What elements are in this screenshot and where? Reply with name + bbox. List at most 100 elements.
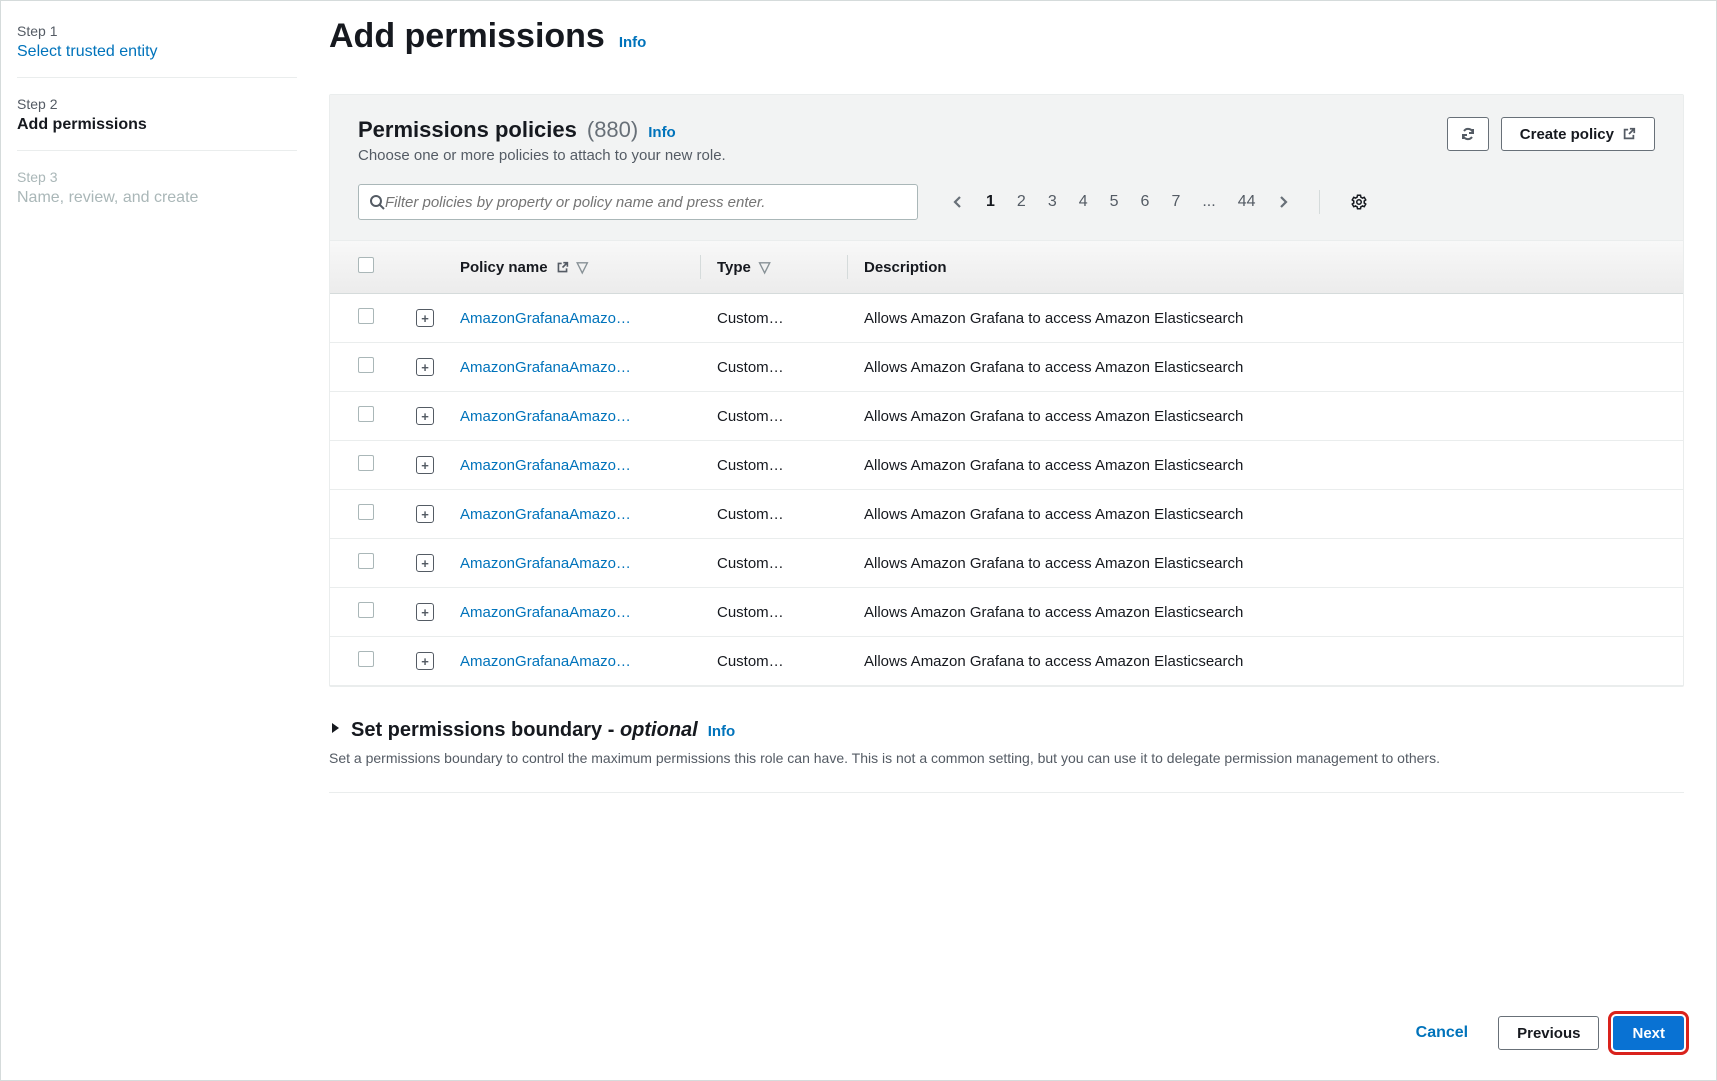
policy-description: Allows Amazon Grafana to access Amazon E… xyxy=(864,604,1655,621)
cancel-button[interactable]: Cancel xyxy=(1400,1016,1484,1050)
sort-icon: ▽ xyxy=(577,258,589,276)
gear-icon xyxy=(1350,193,1368,211)
expand-row-button[interactable]: + xyxy=(416,505,434,523)
policy-name-link[interactable]: AmazonGrafanaAmazo… xyxy=(460,359,631,376)
create-policy-label: Create policy xyxy=(1520,126,1614,143)
policy-name-link[interactable]: AmazonGrafanaAmazo… xyxy=(460,310,631,327)
table-row: +AmazonGrafanaAmazo…Custom…Allows Amazon… xyxy=(330,490,1683,539)
row-checkbox[interactable] xyxy=(358,602,374,618)
column-label: Type xyxy=(717,259,751,276)
refresh-icon xyxy=(1460,126,1476,142)
policy-description: Allows Amazon Grafana to access Amazon E… xyxy=(864,457,1655,474)
table-row: + AmazonGrafanaAmazo… Custom… Allows Amazon… xyxy=(330,588,1683,637)
wizard-step-3: Step 3 Name, review, and create xyxy=(17,163,297,223)
page-next[interactable] xyxy=(1277,194,1289,210)
step-label: Step 3 xyxy=(17,169,297,185)
select-all-checkbox[interactable] xyxy=(358,257,374,273)
policy-type: Custom… xyxy=(717,359,847,376)
policy-name-link[interactable]: AmazonGrafanaAmazo… xyxy=(460,457,631,474)
column-label: Description xyxy=(864,259,947,276)
policy-filter-input[interactable] xyxy=(385,185,907,219)
page-2[interactable]: 2 xyxy=(1017,193,1026,211)
table-row: + AmazonGrafanaAmazo… Custom… Allows Amazon… xyxy=(330,343,1683,392)
policy-type: Custom… xyxy=(717,408,847,425)
panel-info-link[interactable]: Info xyxy=(648,124,676,141)
column-type[interactable]: Type ▽ xyxy=(717,258,847,276)
expand-row-button[interactable]: + xyxy=(416,652,434,670)
panel-title: Permissions policies xyxy=(358,117,577,143)
wizard-step-1[interactable]: Step 1 Select trusted entity xyxy=(17,17,297,78)
page-5[interactable]: 5 xyxy=(1110,193,1119,211)
permissions-boundary-section: Set permissions boundary - optional Info… xyxy=(329,719,1684,793)
policy-name-link[interactable]: AmazonGrafanaAmazo… xyxy=(460,555,631,572)
step-title[interactable]: Select trusted entity xyxy=(17,43,297,61)
table-row: + AmazonGrafanaAmazo… Custom… Allows Amazon… xyxy=(330,539,1683,588)
next-button[interactable]: Next xyxy=(1613,1016,1684,1050)
boundary-info-link[interactable]: Info xyxy=(708,723,736,740)
step-label: Step 2 xyxy=(17,96,297,112)
table-row: +AmazonGrafanaAmazo…Custom…Allows Amazon… xyxy=(330,392,1683,441)
wizard-steps-sidebar: Step 1 Select trusted entity Step 2 Add … xyxy=(1,17,321,1080)
boundary-description: Set a permissions boundary to control th… xyxy=(329,748,1684,768)
policy-description: Allows Amazon Grafana to access Amazon E… xyxy=(864,359,1655,376)
policy-description: Allows Amazon Grafana to access Amazon E… xyxy=(864,506,1655,523)
column-label: Policy name xyxy=(460,259,548,276)
policy-type: Custom… xyxy=(717,457,847,474)
previous-button[interactable]: Previous xyxy=(1498,1016,1599,1050)
row-checkbox[interactable] xyxy=(358,504,374,520)
row-checkbox[interactable] xyxy=(358,357,374,373)
external-link-icon xyxy=(1622,127,1636,141)
policy-name-link[interactable]: AmazonGrafanaAmazo… xyxy=(460,604,631,621)
policy-name-link[interactable]: AmazonGrafanaAmazo… xyxy=(460,506,631,523)
expand-row-button[interactable]: + xyxy=(416,358,434,376)
wizard-footer: Cancel Previous Next xyxy=(329,976,1684,1080)
policy-type: Custom… xyxy=(717,555,847,572)
caret-right-icon xyxy=(329,721,341,735)
policy-type: Custom… xyxy=(717,604,847,621)
refresh-button[interactable] xyxy=(1447,117,1489,151)
table-row: +AmazonGrafanaAmazo…Custom…Allows Amazon… xyxy=(330,637,1683,686)
page-7[interactable]: 7 xyxy=(1171,193,1180,211)
page-title: Add permissions xyxy=(329,17,605,56)
permissions-boundary-toggle[interactable]: Set permissions boundary - optional Info xyxy=(329,719,1684,742)
external-link-icon xyxy=(556,261,569,274)
page-last[interactable]: 44 xyxy=(1238,193,1256,211)
expand-row-button[interactable]: + xyxy=(416,554,434,572)
page-4[interactable]: 4 xyxy=(1079,193,1088,211)
pagination: 1 2 3 4 5 6 7 ... 44 xyxy=(952,190,1368,214)
page-prev[interactable] xyxy=(952,194,964,210)
page-1[interactable]: 1 xyxy=(986,193,995,211)
table-row: + AmazonGrafanaAmazo… Custom… Allows Amazon… xyxy=(330,294,1683,343)
policy-name-link[interactable]: AmazonGrafanaAmazo… xyxy=(460,408,631,425)
boundary-title: Set permissions boundary - xyxy=(351,719,620,741)
policy-filter[interactable] xyxy=(358,184,918,220)
policy-description: Allows Amazon Grafana to access Amazon E… xyxy=(864,555,1655,572)
step-title: Name, review, and create xyxy=(17,189,297,207)
column-description: Description xyxy=(864,259,1655,276)
policy-name-link[interactable]: AmazonGrafanaAmazo… xyxy=(460,653,631,670)
row-checkbox[interactable] xyxy=(358,455,374,471)
expand-row-button[interactable]: + xyxy=(416,603,434,621)
expand-row-button[interactable]: + xyxy=(416,309,434,327)
row-checkbox[interactable] xyxy=(358,651,374,667)
permissions-policies-panel: Permissions policies (880) Info Choose o… xyxy=(329,94,1684,687)
row-checkbox[interactable] xyxy=(358,406,374,422)
page-info-link[interactable]: Info xyxy=(619,34,647,51)
policy-description: Allows Amazon Grafana to access Amazon E… xyxy=(864,653,1655,670)
row-checkbox[interactable] xyxy=(358,308,374,324)
expand-row-button[interactable]: + xyxy=(416,407,434,425)
sort-icon: ▽ xyxy=(759,258,771,276)
page-6[interactable]: 6 xyxy=(1141,193,1150,211)
table-settings-button[interactable] xyxy=(1350,193,1368,211)
step-label: Step 1 xyxy=(17,23,297,39)
expand-row-button[interactable]: + xyxy=(416,456,434,474)
column-policy-name[interactable]: Policy name ▽ xyxy=(460,258,700,276)
panel-description: Choose one or more policies to attach to… xyxy=(358,147,726,164)
row-checkbox[interactable] xyxy=(358,553,374,569)
page-3[interactable]: 3 xyxy=(1048,193,1057,211)
page-ellipsis: ... xyxy=(1202,193,1215,211)
wizard-step-2: Step 2 Add permissions xyxy=(17,90,297,151)
policy-description: Allows Amazon Grafana to access Amazon E… xyxy=(864,310,1655,327)
policy-type: Custom… xyxy=(717,310,847,327)
create-policy-button[interactable]: Create policy xyxy=(1501,117,1655,151)
